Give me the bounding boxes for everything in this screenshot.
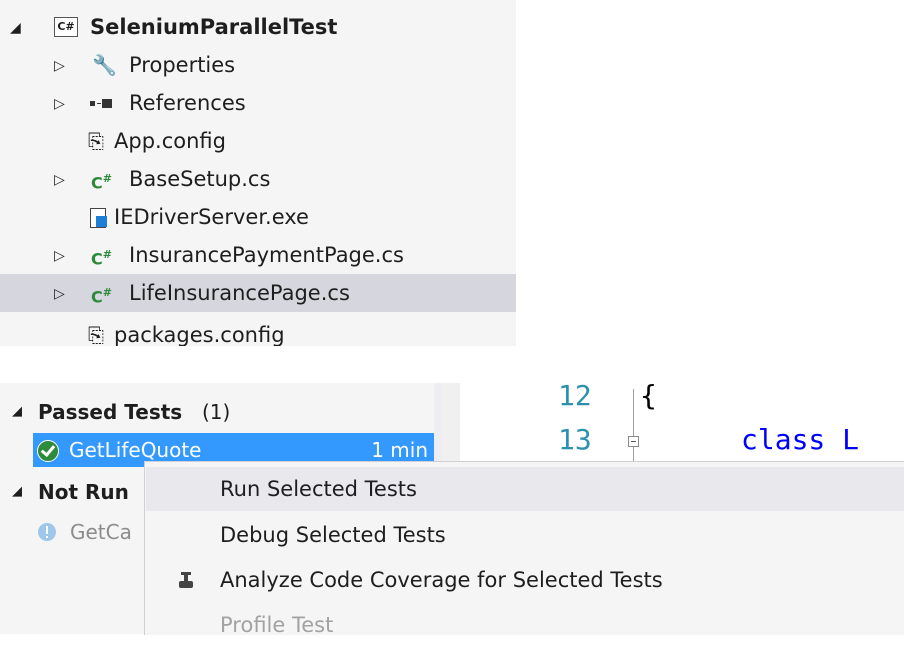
expanded-arrow-icon[interactable]: ◢ xyxy=(12,395,22,429)
tree-item-properties[interactable]: ▷ 🔧 Properties xyxy=(0,46,516,84)
csharp-file-icon: C# xyxy=(91,286,112,307)
passed-check-icon xyxy=(37,440,59,462)
menu-item-label: Debug Selected Tests xyxy=(220,523,446,547)
collapsed-arrow-icon[interactable]: ▷ xyxy=(54,47,65,85)
context-menu: Run Selected Tests Debug Selected Tests … xyxy=(144,461,904,637)
line-number: 12 xyxy=(558,379,592,412)
collapsed-arrow-icon[interactable]: ▷ xyxy=(54,237,65,275)
tree-item-iedriverserver[interactable]: IEDriverServer.exe xyxy=(0,198,516,236)
code-line: { xyxy=(640,379,657,412)
tree-item-app-config[interactable]: ⎘ App.config xyxy=(0,122,516,160)
config-file-icon: ⎘ xyxy=(88,323,104,346)
tree-item-label: App.config xyxy=(114,129,226,153)
code-line: class L xyxy=(741,423,860,456)
executable-file-icon xyxy=(90,208,108,228)
solution-explorer: ◢ C# SeleniumParallelTest ▷ 🔧 Properties… xyxy=(0,0,516,346)
test-item-getca[interactable]: GetCa xyxy=(0,515,144,549)
tree-item-label: InsurancePaymentPage.cs xyxy=(129,243,404,267)
code-editor[interactable]: 12 { 13 class L xyxy=(460,375,904,465)
project-node[interactable]: ◢ C# SeleniumParallelTest xyxy=(0,8,516,46)
line-number: 13 xyxy=(558,423,592,456)
csharp-file-icon: C# xyxy=(91,248,112,269)
tree-item-basesetup[interactable]: ▷ C# BaseSetup.cs xyxy=(0,160,516,198)
menu-item-run-selected-tests[interactable]: Run Selected Tests xyxy=(146,467,904,511)
code-coverage-icon xyxy=(179,572,195,588)
menu-item-debug-selected-tests[interactable]: Debug Selected Tests xyxy=(146,513,904,557)
tree-item-insurancepaymentpage[interactable]: ▷ C# InsurancePaymentPage.cs xyxy=(0,236,516,274)
collapsed-arrow-icon[interactable]: ▷ xyxy=(54,275,65,313)
expanded-arrow-icon[interactable]: ◢ xyxy=(10,9,21,47)
tree-item-label: Properties xyxy=(129,53,236,77)
menu-item-profile-test[interactable]: Profile Test xyxy=(146,603,904,647)
project-name: SeleniumParallelTest xyxy=(90,15,338,39)
test-name: GetCa xyxy=(70,520,132,544)
wrench-icon: 🔧 xyxy=(92,53,117,77)
collapsed-arrow-icon[interactable]: ▷ xyxy=(54,85,65,123)
outline-guide xyxy=(633,389,634,465)
tree-item-label: BaseSetup.cs xyxy=(129,167,271,191)
tree-item-label: packages.config xyxy=(114,323,285,346)
expanded-arrow-icon[interactable]: ◢ xyxy=(12,475,22,509)
tree-item-label: References xyxy=(129,91,246,115)
group-count: (1) xyxy=(202,400,231,424)
not-run-group[interactable]: ◢ Not Run xyxy=(0,475,144,509)
menu-item-label: Run Selected Tests xyxy=(220,477,417,501)
passed-tests-group[interactable]: ◢ Passed Tests (1) xyxy=(0,395,434,429)
csharp-file-icon: C# xyxy=(91,172,112,193)
group-label: Not Run xyxy=(38,480,129,504)
csharp-project-icon: C# xyxy=(54,17,78,37)
tree-item-label: LifeInsurancePage.cs xyxy=(129,281,350,305)
config-file-icon: ⎘ xyxy=(88,129,104,153)
tree-item-references[interactable]: ▷ References xyxy=(0,84,516,122)
tree-item-label: IEDriverServer.exe xyxy=(114,205,309,229)
menu-item-label: Analyze Code Coverage for Selected Tests xyxy=(220,568,663,592)
tree-item-lifeinsurancepage[interactable]: ▷ C# LifeInsurancePage.cs xyxy=(0,274,516,312)
group-label: Passed Tests xyxy=(38,400,183,424)
menu-item-analyze-code-coverage[interactable]: Analyze Code Coverage for Selected Tests xyxy=(146,558,904,602)
tree-item-packages-config[interactable]: ⎘ packages.config xyxy=(0,316,516,346)
collapsed-arrow-icon[interactable]: ▷ xyxy=(54,161,65,199)
menu-item-label: Profile Test xyxy=(220,613,334,637)
not-run-info-icon xyxy=(38,523,56,541)
collapse-outline-icon[interactable] xyxy=(628,436,639,447)
references-icon xyxy=(90,99,114,108)
